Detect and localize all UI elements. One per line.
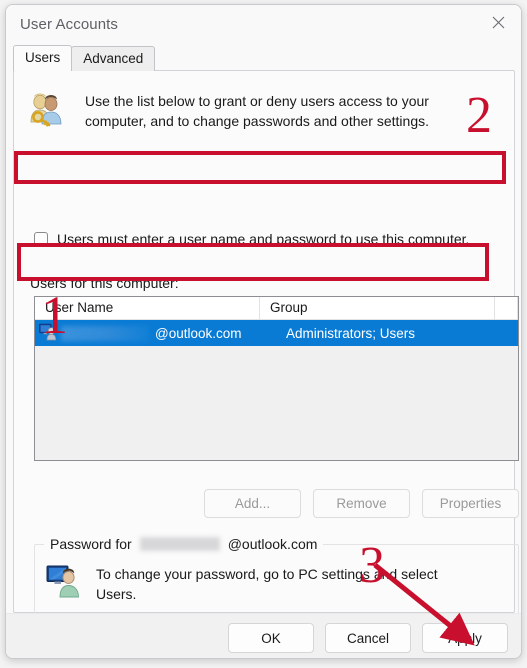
list-action-buttons: Add... Remove Properties	[34, 489, 519, 518]
users-list-caption: Users for this computer:	[30, 275, 179, 291]
cell-user-name: @outlook.com	[57, 325, 278, 341]
tab-users[interactable]: Users	[13, 45, 73, 71]
close-icon	[492, 16, 505, 29]
column-header-user-name[interactable]: User Name	[35, 297, 260, 319]
column-header-group[interactable]: Group	[260, 297, 495, 319]
tab-advanced[interactable]: Advanced	[71, 46, 156, 71]
user-name-suffix: @outlook.com	[155, 325, 242, 341]
column-header-filler	[495, 297, 518, 319]
header-description: Use the list below to grant or deny user…	[85, 93, 429, 129]
redacted-user-name	[61, 325, 149, 341]
remove-button[interactable]: Remove	[313, 489, 410, 518]
require-password-checkbox-row[interactable]: Users must enter a user name and passwor…	[34, 231, 469, 247]
dialog-buttons: OK Cancel Apply	[228, 623, 508, 653]
require-password-checkbox[interactable]	[34, 232, 48, 246]
table-row[interactable]: @outlook.com Administrators; Users	[35, 320, 518, 346]
header-blurb: Use the list below to grant or deny user…	[27, 91, 477, 136]
users-list-header: User Name Group	[35, 297, 518, 320]
tab-strip: Users Advanced	[13, 45, 156, 71]
password-group-legend: Password for @outlook.com	[44, 536, 324, 552]
tab-page-users: Use the list below to grant or deny user…	[13, 70, 519, 658]
apply-button[interactable]: Apply	[422, 623, 508, 653]
user-monitor-icon	[39, 323, 57, 344]
user-accounts-dialog: User Accounts Users Advanced Use the lis…	[5, 4, 522, 659]
user-monitor-icon	[46, 564, 80, 604]
cancel-button[interactable]: Cancel	[325, 623, 411, 653]
properties-button[interactable]: Properties	[422, 489, 519, 518]
ok-button[interactable]: OK	[228, 623, 314, 653]
password-description: To change your password, go to PC settin…	[96, 566, 438, 602]
add-button[interactable]: Add...	[204, 489, 301, 518]
password-legend-prefix: Password for	[50, 536, 132, 552]
redacted-account-name	[139, 537, 220, 551]
title-bar: User Accounts	[6, 5, 521, 45]
dialog-button-bar: OK Cancel Apply	[6, 613, 521, 658]
page-title: User Accounts	[20, 16, 119, 33]
close-button[interactable]	[475, 5, 521, 39]
password-legend-suffix: @outlook.com	[227, 536, 318, 552]
users-list[interactable]: User Name Group @outlook.com Administrat…	[34, 296, 519, 461]
cell-group: Administrators; Users	[286, 325, 416, 341]
password-group-body: To change your password, go to PC settin…	[46, 564, 496, 604]
require-password-label: Users must enter a user name and passwor…	[57, 231, 470, 247]
users-with-key-icon	[27, 91, 67, 136]
